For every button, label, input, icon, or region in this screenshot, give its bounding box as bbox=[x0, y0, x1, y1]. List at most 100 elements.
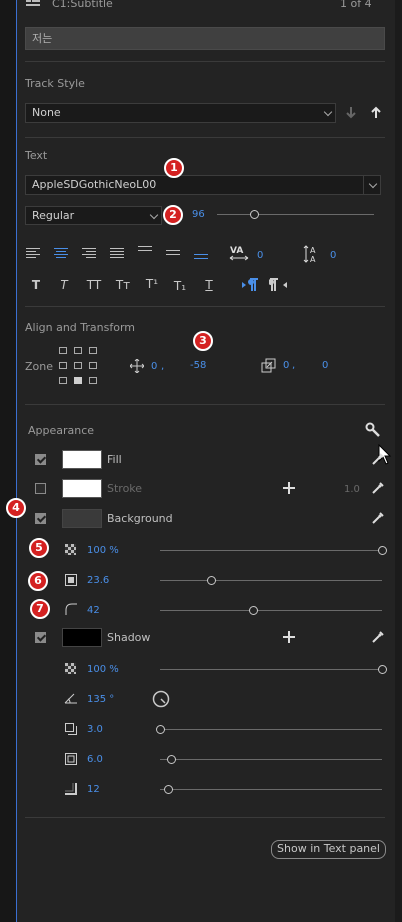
background-size-value[interactable]: 23.6 bbox=[87, 575, 109, 586]
track-style-value: None bbox=[32, 106, 61, 119]
shadow-distance-value[interactable]: 3.0 bbox=[87, 724, 103, 735]
shadow-opacity-value[interactable]: 100 % bbox=[87, 664, 119, 675]
tracking-value[interactable]: 0 bbox=[257, 250, 263, 261]
shadow-size-slider-knob[interactable] bbox=[166, 755, 176, 764]
size-x-value[interactable]: 0 bbox=[283, 360, 289, 371]
svg-text:VA: VA bbox=[230, 246, 243, 256]
font-size-slider-track[interactable] bbox=[217, 214, 374, 215]
fill-checkbox[interactable] bbox=[35, 454, 46, 465]
add-shadow-plus-icon[interactable] bbox=[283, 631, 295, 643]
position-x-value[interactable]: 0 bbox=[151, 361, 157, 372]
align-top-icon[interactable] bbox=[138, 246, 152, 258]
eyedropper-icon[interactable] bbox=[371, 511, 385, 525]
position-y-value[interactable]: -58 bbox=[190, 360, 206, 371]
faux-bold-icon[interactable]: T bbox=[27, 278, 45, 292]
position-icon bbox=[129, 358, 145, 374]
size-y-value[interactable]: 0 bbox=[322, 360, 328, 371]
track-style-dropdown[interactable]: None bbox=[25, 103, 336, 123]
divider bbox=[25, 137, 385, 138]
align-center-icon[interactable] bbox=[54, 248, 68, 260]
underline-icon[interactable]: T bbox=[200, 278, 218, 292]
eyedropper-icon[interactable] bbox=[371, 630, 385, 644]
background-opacity-value[interactable]: 100 % bbox=[87, 545, 119, 556]
caption-text-field[interactable]: 저는 bbox=[25, 27, 385, 50]
shadow-blur-icon bbox=[65, 783, 77, 795]
shadow-checkbox[interactable] bbox=[35, 632, 46, 643]
add-stroke-plus-icon[interactable] bbox=[283, 482, 295, 494]
subscript-icon[interactable]: T₁ bbox=[171, 279, 189, 293]
shadow-angle-value[interactable]: 135 ° bbox=[87, 694, 114, 705]
faux-italic-icon[interactable]: T bbox=[55, 278, 73, 292]
zone-grid[interactable] bbox=[59, 347, 97, 385]
background-corner-slider-track[interactable] bbox=[160, 610, 382, 611]
push-up-arrow-icon[interactable] bbox=[369, 105, 383, 119]
show-in-text-panel-button[interactable]: Show in Text panel bbox=[271, 840, 386, 859]
annotation-marker-2: 2 bbox=[163, 205, 183, 225]
font-family-dropdown[interactable]: AppleSDGothicNeoL00 bbox=[25, 175, 381, 195]
eyedropper-icon[interactable] bbox=[371, 452, 385, 466]
small-caps-icon[interactable]: Tт bbox=[112, 278, 134, 292]
corner-radius-icon bbox=[65, 603, 77, 615]
rtl-icon[interactable] bbox=[268, 278, 289, 292]
angle-dial[interactable] bbox=[152, 690, 170, 708]
align-bottom-icon[interactable] bbox=[194, 254, 208, 266]
font-size-slider-knob[interactable] bbox=[250, 210, 259, 219]
align-right-icon[interactable] bbox=[82, 248, 96, 260]
align-left-icon[interactable] bbox=[26, 248, 40, 260]
font-weight-dropdown[interactable]: Regular bbox=[25, 206, 162, 225]
background-size-slider-knob[interactable] bbox=[206, 576, 216, 585]
font-weight-value: Regular bbox=[32, 209, 75, 222]
position-separator: , bbox=[161, 361, 165, 372]
align-middle-icon[interactable] bbox=[166, 250, 180, 262]
chevron-down-icon bbox=[323, 107, 333, 117]
scale-icon bbox=[261, 358, 276, 373]
left-gutter bbox=[0, 0, 16, 922]
fill-label: Fill bbox=[107, 453, 122, 466]
shadow-distance-slider-track[interactable] bbox=[160, 729, 382, 730]
stroke-width-value[interactable]: 1.0 bbox=[344, 484, 360, 495]
eyedropper-icon[interactable] bbox=[371, 481, 385, 495]
scrollbar[interactable] bbox=[395, 0, 402, 922]
justify-icon[interactable] bbox=[110, 248, 124, 260]
background-size-slider-track[interactable] bbox=[160, 580, 382, 581]
shadow-size-slider-track[interactable] bbox=[160, 759, 382, 760]
shadow-opacity-slider-knob[interactable] bbox=[377, 665, 387, 674]
shadow-distance-icon bbox=[65, 723, 77, 735]
shadow-size-value[interactable]: 6.0 bbox=[87, 754, 103, 765]
wrench-icon[interactable] bbox=[365, 422, 381, 438]
push-down-arrow-icon[interactable] bbox=[344, 106, 358, 120]
background-opacity-slider-track[interactable] bbox=[160, 550, 382, 551]
fill-color-swatch[interactable] bbox=[62, 450, 102, 469]
divider bbox=[25, 404, 385, 405]
superscript-icon[interactable]: T¹ bbox=[143, 277, 161, 291]
stroke-color-swatch[interactable] bbox=[62, 479, 102, 498]
shadow-distance-slider-knob[interactable] bbox=[155, 725, 165, 734]
tracking-icon: VA bbox=[229, 244, 249, 262]
track-style-label: Track Style bbox=[25, 77, 85, 90]
shadow-color-swatch[interactable] bbox=[62, 628, 102, 647]
leading-value[interactable]: 0 bbox=[330, 250, 336, 261]
background-corner-value[interactable]: 42 bbox=[87, 605, 100, 616]
background-corner-slider-knob[interactable] bbox=[248, 606, 258, 615]
divider bbox=[25, 817, 385, 818]
background-checkbox[interactable] bbox=[35, 513, 46, 524]
stroke-checkbox[interactable] bbox=[35, 483, 46, 494]
background-opacity-slider-knob[interactable] bbox=[377, 546, 387, 555]
shadow-label: Shadow bbox=[107, 631, 151, 644]
chevron-down-icon bbox=[149, 210, 159, 220]
all-caps-icon[interactable]: TT bbox=[83, 278, 105, 292]
font-family-value: AppleSDGothicNeoL00 bbox=[32, 178, 157, 191]
annotation-marker-7: 7 bbox=[30, 599, 50, 619]
divider bbox=[25, 306, 385, 307]
font-size-value[interactable]: 96 bbox=[192, 209, 205, 220]
shadow-blur-value[interactable]: 12 bbox=[87, 784, 100, 795]
caption-counter: 1 of 4 bbox=[340, 0, 372, 10]
shadow-opacity-slider-track[interactable] bbox=[160, 669, 382, 670]
shadow-blur-slider-track[interactable] bbox=[160, 789, 382, 790]
stroke-label: Stroke bbox=[107, 482, 143, 495]
background-color-swatch[interactable] bbox=[62, 509, 102, 528]
zone-label: Zone bbox=[25, 360, 54, 373]
annotation-marker-3: 3 bbox=[193, 331, 213, 351]
ltr-icon[interactable] bbox=[241, 278, 261, 292]
annotation-marker-6: 6 bbox=[28, 571, 48, 591]
